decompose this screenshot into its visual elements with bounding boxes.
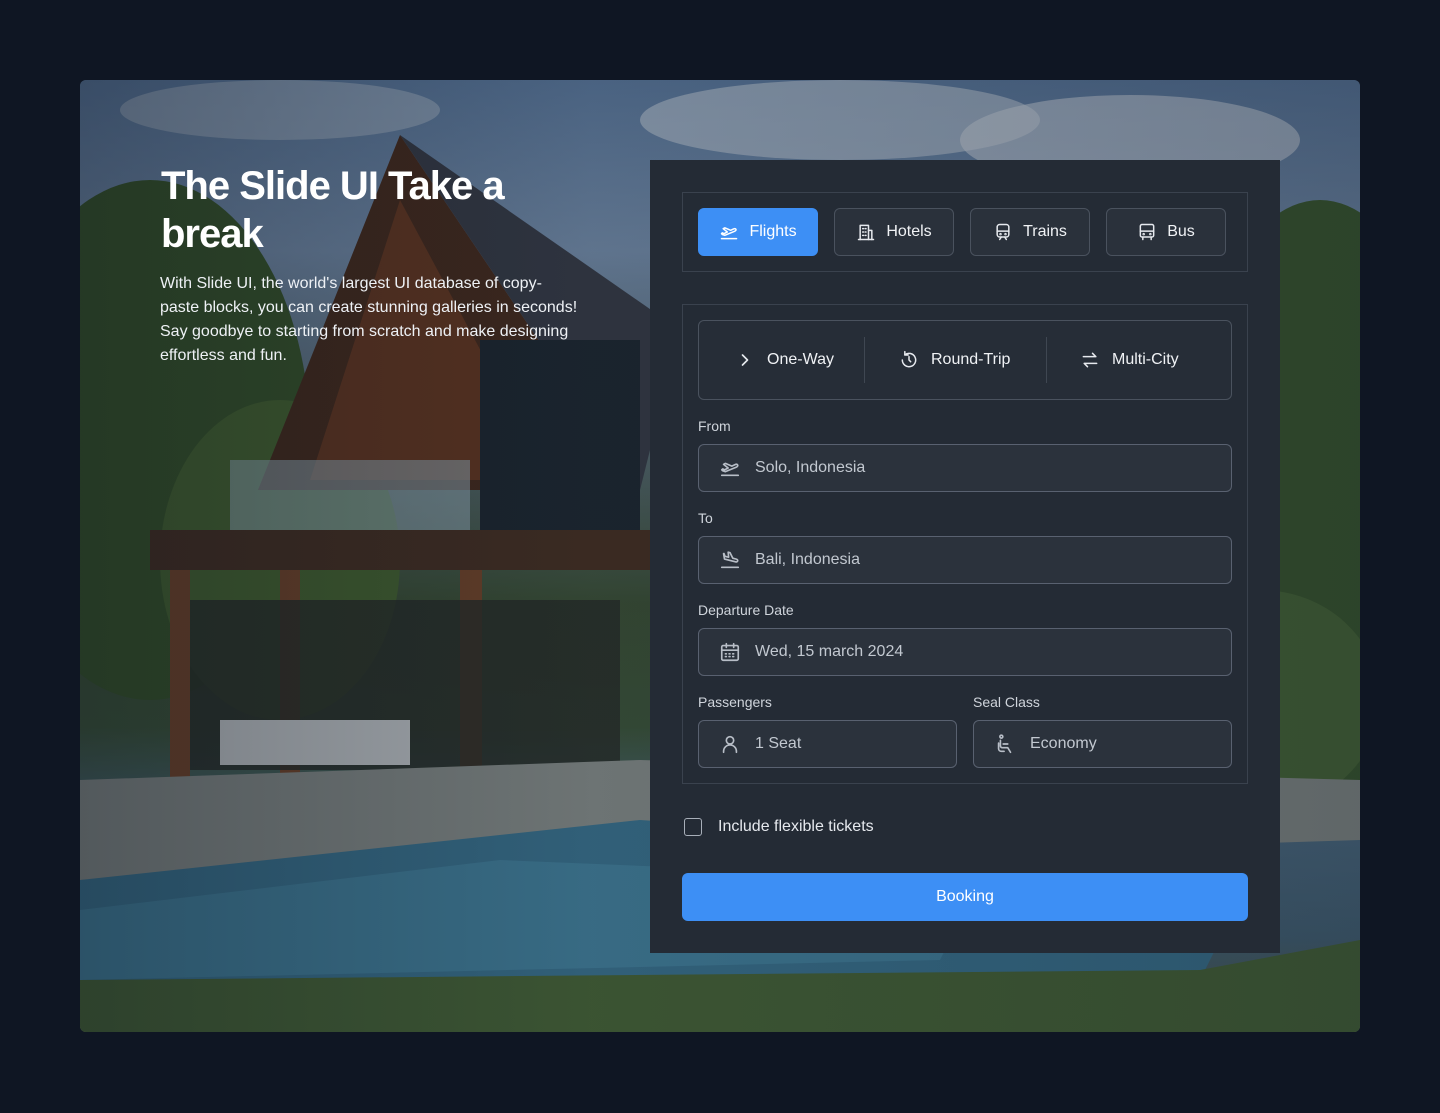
- tab-hotels[interactable]: Hotels: [834, 208, 954, 256]
- tab-trains[interactable]: Trains: [970, 208, 1090, 256]
- to-label: To: [698, 510, 713, 526]
- trip-multi-city[interactable]: Multi-City: [1080, 321, 1179, 399]
- train-icon: [996, 223, 1010, 241]
- plane-landing-icon: [720, 551, 740, 569]
- hero-title: The Slide UI Take a break: [161, 164, 505, 256]
- departure-date-field[interactable]: Wed, 15 march 2024: [698, 628, 1232, 676]
- from-label: From: [698, 418, 731, 434]
- seat-class-label: Seal Class: [973, 694, 1040, 710]
- hero-description: With Slide UI, the world's largest UI da…: [160, 275, 578, 364]
- arrows-swap-icon: [1082, 352, 1098, 368]
- tab-hotels-label: Hotels: [886, 223, 932, 240]
- from-field[interactable]: Solo, Indonesia: [698, 444, 1232, 492]
- trip-one-way[interactable]: One-Way: [735, 321, 834, 399]
- tab-bus[interactable]: Bus: [1106, 208, 1226, 256]
- trip-one-way-label: One-Way: [767, 351, 834, 368]
- calendar-icon: [720, 642, 740, 662]
- trip-multi-city-label: Multi-City: [1112, 351, 1179, 368]
- plane-takeoff-icon: [720, 462, 740, 477]
- search-form: One-Way Round-Trip Multi-City From Solo,…: [682, 304, 1248, 784]
- trip-type-selector: One-Way Round-Trip Multi-City: [698, 320, 1232, 400]
- from-value: Solo, Indonesia: [755, 459, 866, 476]
- to-field[interactable]: Bali, Indonesia: [698, 536, 1232, 584]
- flexible-tickets-label: Include flexible tickets: [718, 818, 874, 835]
- transport-tabs: Flights Hotels Trains Bus: [682, 192, 1248, 272]
- tab-trains-label: Trains: [1023, 223, 1067, 240]
- divider: [864, 337, 865, 383]
- tab-bus-label: Bus: [1167, 223, 1195, 240]
- divider: [1046, 337, 1047, 383]
- building-icon: [858, 224, 875, 241]
- plane-takeoff-icon: [721, 227, 738, 240]
- passengers-label: Passengers: [698, 694, 772, 710]
- booking-card: Flights Hotels Trains Bus One-Way Round-…: [650, 160, 1280, 953]
- tab-flights-label: Flights: [749, 223, 797, 240]
- departure-date-label: Departure Date: [698, 602, 794, 618]
- bus-icon: [1139, 223, 1155, 241]
- seat-class-field[interactable]: Economy: [973, 720, 1232, 768]
- tab-flights[interactable]: Flights: [698, 208, 818, 256]
- chevron-right-icon: [741, 354, 749, 366]
- passengers-value: 1 Seat: [755, 735, 802, 752]
- passengers-field[interactable]: 1 Seat: [698, 720, 957, 768]
- to-value: Bali, Indonesia: [755, 551, 860, 568]
- user-icon: [722, 735, 738, 754]
- seat-class-value: Economy: [1030, 735, 1097, 752]
- flexible-tickets-option: Include flexible tickets: [684, 818, 874, 836]
- rotate-icon: [901, 350, 917, 368]
- trip-round-trip[interactable]: Round-Trip: [899, 321, 1010, 399]
- trip-round-trip-label: Round-Trip: [931, 351, 1011, 368]
- flexible-tickets-checkbox[interactable]: [684, 818, 702, 836]
- departure-date-value: Wed, 15 march 2024: [755, 643, 904, 660]
- booking-button[interactable]: Booking: [682, 873, 1248, 921]
- seat-icon: [997, 734, 1012, 754]
